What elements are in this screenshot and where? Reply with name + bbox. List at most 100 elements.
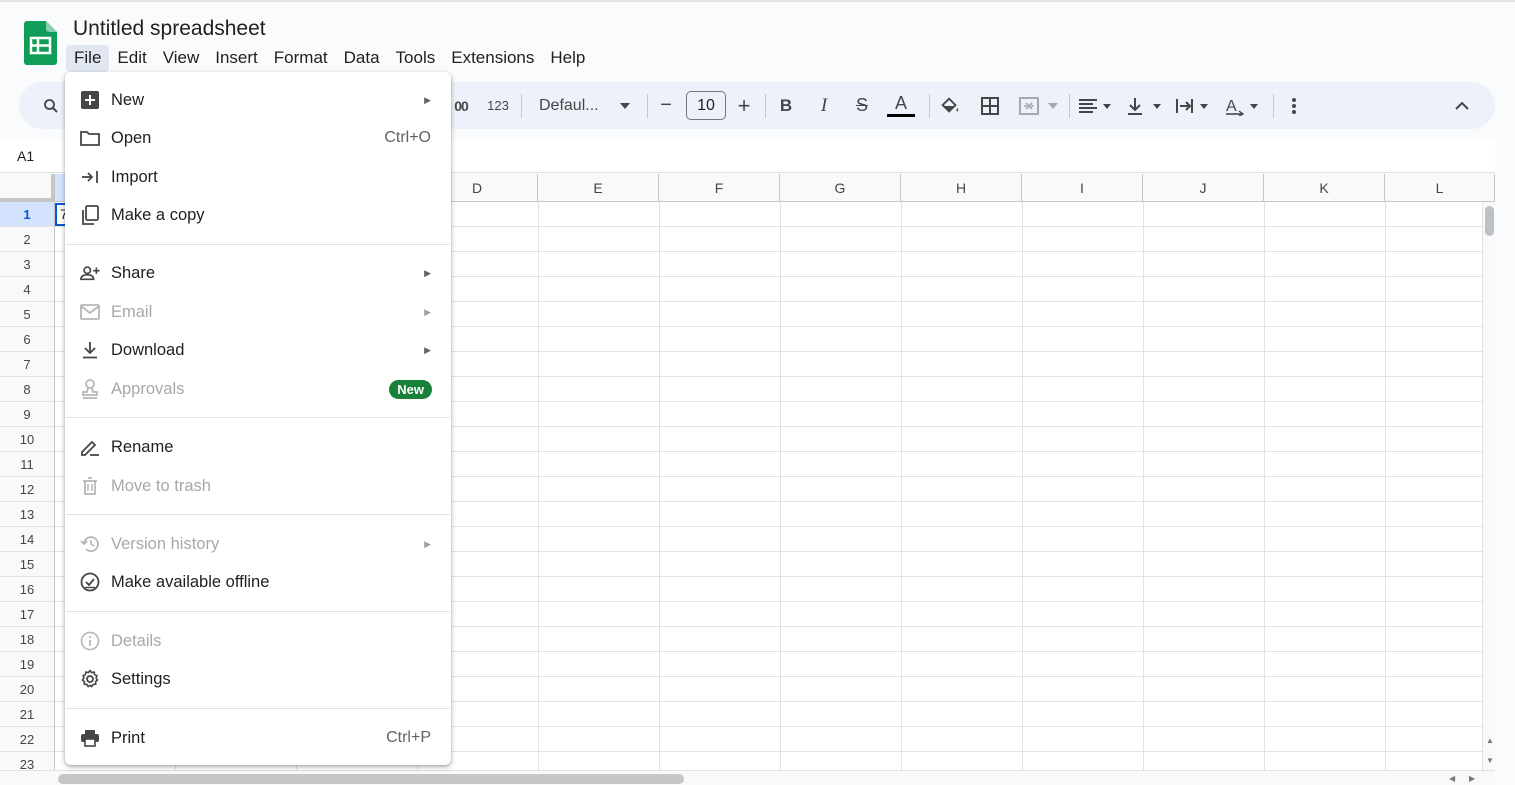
file-menu-make-available-offline[interactable]: Make available offline	[65, 565, 451, 599]
row-header[interactable]: 5	[0, 302, 55, 327]
italic-button[interactable]: I	[813, 82, 835, 129]
scroll-up-arrow-icon[interactable]: ▲	[1486, 736, 1494, 745]
row-header[interactable]: 23	[0, 752, 55, 772]
column-header-e[interactable]: E	[538, 174, 659, 202]
bold-button[interactable]: B	[775, 82, 797, 129]
merge-cells-icon[interactable]	[1017, 82, 1041, 129]
horizontal-align-icon[interactable]	[1075, 82, 1115, 129]
column-header-g[interactable]: G	[780, 174, 901, 202]
font-family-select[interactable]: Defaul...	[539, 82, 607, 129]
column-header-h[interactable]: H	[901, 174, 1022, 202]
cell-a1[interactable]: 7	[55, 203, 65, 226]
text-rotation-icon[interactable]: A	[1223, 82, 1263, 129]
font-dropdown-caret-icon[interactable]	[617, 82, 633, 129]
file-menu-rename[interactable]: Rename	[65, 430, 451, 464]
toolbar-divider	[1273, 94, 1274, 118]
row-header[interactable]: 1	[0, 202, 55, 227]
more-formats-button[interactable]: 123	[483, 82, 513, 129]
horizontal-scroll-thumb[interactable]	[58, 774, 684, 784]
file-menu-make-a-copy[interactable]: Make a copy	[65, 198, 451, 232]
borders-icon[interactable]	[977, 82, 1003, 129]
info-icon	[80, 631, 100, 651]
menu-view[interactable]: View	[155, 45, 208, 72]
menu-data[interactable]: Data	[336, 45, 388, 72]
import-arrow-icon	[80, 167, 100, 187]
file-menu-download[interactable]: Download ▶	[65, 333, 451, 367]
column-header-k[interactable]: K	[1264, 174, 1385, 202]
row-header[interactable]: 6	[0, 327, 55, 352]
row-header[interactable]: 8	[0, 377, 55, 402]
file-menu-email[interactable]: Email ▶	[65, 295, 451, 329]
column-header-i[interactable]: I	[1022, 174, 1143, 202]
submenu-arrow-icon: ▶	[424, 538, 431, 549]
file-menu-version-history[interactable]: Version history ▶	[65, 527, 451, 561]
plus-box-icon	[80, 90, 100, 110]
menu-item-label: Rename	[111, 437, 174, 456]
strikethrough-button[interactable]: S	[851, 82, 873, 129]
file-menu-details[interactable]: Details	[65, 624, 451, 658]
scroll-right-arrow-icon[interactable]: ▶	[1469, 774, 1475, 783]
file-menu-open[interactable]: Open Ctrl+O	[65, 121, 451, 155]
scroll-left-arrow-icon[interactable]: ◀	[1449, 774, 1455, 783]
menu-format[interactable]: Format	[266, 45, 336, 72]
file-menu-move-to-trash[interactable]: Move to trash	[65, 469, 451, 503]
name-box[interactable]: A1	[0, 142, 55, 170]
file-menu-share[interactable]: Share ▶	[65, 256, 451, 290]
row-header[interactable]: 14	[0, 527, 55, 552]
decrease-font-size-button[interactable]: −	[655, 82, 677, 129]
row-header[interactable]: 7	[0, 352, 55, 377]
menu-item-label: Version history	[111, 534, 220, 553]
row-header[interactable]: 17	[0, 602, 55, 627]
row-header[interactable]: 2	[0, 227, 55, 252]
menu-help[interactable]: Help	[542, 45, 593, 72]
increase-decimal-button[interactable]: 00	[449, 82, 473, 129]
text-wrapping-icon[interactable]	[1173, 82, 1213, 129]
collapse-menus-icon[interactable]	[1449, 82, 1475, 129]
row-header[interactable]: 4	[0, 277, 55, 302]
font-size-input[interactable]: 10	[686, 91, 726, 120]
file-menu-settings[interactable]: Settings	[65, 662, 451, 696]
menu-item-label: Approvals	[111, 379, 185, 398]
more-options-icon[interactable]	[1283, 82, 1305, 129]
row-header[interactable]: 16	[0, 577, 55, 602]
search-menus-icon[interactable]	[37, 82, 65, 129]
file-menu-print[interactable]: Print Ctrl+P	[65, 721, 451, 755]
document-title[interactable]: Untitled spreadsheet	[73, 17, 266, 41]
merge-dropdown-caret-icon[interactable]	[1045, 82, 1061, 129]
horizontal-scrollbar[interactable]: ◀ ▶	[0, 770, 1495, 785]
select-all-corner[interactable]	[0, 174, 55, 202]
row-header[interactable]: 18	[0, 627, 55, 652]
file-menu-import[interactable]: Import	[65, 160, 451, 194]
fill-color-icon[interactable]	[937, 82, 963, 129]
row-header[interactable]: 22	[0, 727, 55, 752]
row-header[interactable]: 13	[0, 502, 55, 527]
row-header[interactable]: 3	[0, 252, 55, 277]
row-header[interactable]: 20	[0, 677, 55, 702]
menu-tools[interactable]: Tools	[388, 45, 444, 72]
menu-file[interactable]: File	[66, 45, 110, 72]
file-menu-approvals[interactable]: Approvals New	[65, 372, 451, 406]
svg-text:A: A	[1226, 98, 1237, 115]
row-header[interactable]: 12	[0, 477, 55, 502]
vertical-scrollbar[interactable]: ▲ ▼	[1482, 202, 1495, 772]
row-header[interactable]: 21	[0, 702, 55, 727]
column-header-l[interactable]: L	[1385, 174, 1495, 202]
increase-font-size-button[interactable]: +	[733, 82, 755, 129]
menu-extensions[interactable]: Extensions	[443, 45, 542, 72]
file-menu-new[interactable]: New ▶	[65, 83, 451, 117]
menu-insert[interactable]: Insert	[207, 45, 266, 72]
sheets-logo-icon[interactable]	[24, 21, 57, 65]
menu-edit[interactable]: Edit	[109, 45, 154, 72]
vertical-scroll-thumb[interactable]	[1485, 206, 1494, 236]
stamp-icon	[80, 379, 100, 399]
row-header[interactable]: 11	[0, 452, 55, 477]
column-header-f[interactable]: F	[659, 174, 780, 202]
row-header[interactable]: 10	[0, 427, 55, 452]
scroll-down-arrow-icon[interactable]: ▼	[1486, 756, 1494, 765]
row-header[interactable]: 9	[0, 402, 55, 427]
row-header[interactable]: 19	[0, 652, 55, 677]
column-header-j[interactable]: J	[1143, 174, 1264, 202]
row-header[interactable]: 15	[0, 552, 55, 577]
vertical-align-icon[interactable]	[1123, 82, 1165, 129]
text-color-button[interactable]: A	[885, 82, 917, 129]
